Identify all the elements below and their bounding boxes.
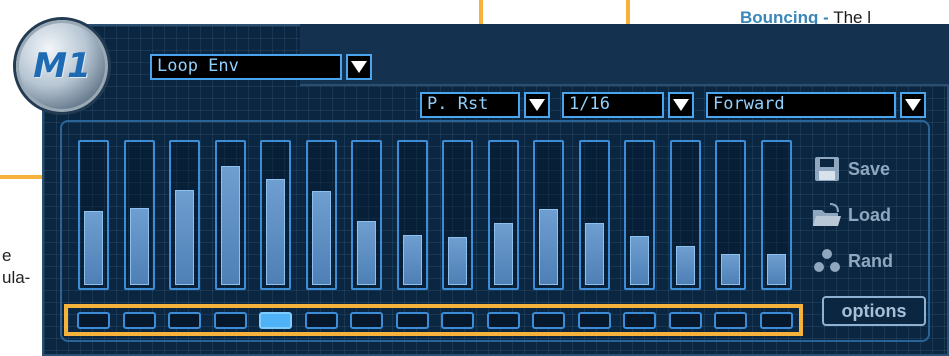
- step-slider-level: [220, 166, 240, 285]
- step-slider[interactable]: [123, 140, 155, 290]
- retrigger-dropdown-value: P. Rst: [420, 92, 520, 118]
- step-slider-level: [129, 208, 149, 285]
- panel-top-bar: [300, 24, 949, 86]
- step-slider[interactable]: [442, 140, 473, 290]
- chevron-down-icon[interactable]: [900, 92, 926, 118]
- m1-logo: M1: [16, 20, 108, 112]
- step-slider[interactable]: [533, 140, 564, 290]
- step-slider[interactable]: [578, 140, 610, 290]
- logo-text: M1: [33, 46, 91, 86]
- direction-dropdown[interactable]: Forward: [706, 92, 926, 118]
- direction-dropdown-value: Forward: [706, 92, 896, 118]
- left-text-1: e: [2, 246, 12, 265]
- step-slider[interactable]: [169, 140, 200, 290]
- step-slider-level: [493, 223, 513, 285]
- step-slider-level: [584, 223, 604, 285]
- folder-open-icon: [812, 201, 842, 229]
- step-slider[interactable]: [78, 140, 109, 290]
- step-slider-level: [402, 235, 422, 285]
- rate-dropdown[interactable]: 1/16: [562, 92, 694, 118]
- load-label: Load: [848, 204, 891, 225]
- step-slider[interactable]: [624, 140, 655, 290]
- source-dropdown[interactable]: Loop Env: [150, 54, 372, 80]
- step-slider[interactable]: [669, 140, 701, 290]
- step-slider[interactable]: [260, 140, 291, 290]
- save-button[interactable]: Save: [812, 154, 890, 184]
- step-slider-level: [357, 221, 376, 285]
- step-slider[interactable]: [305, 140, 337, 290]
- source-dropdown-value: Loop Env: [150, 54, 342, 80]
- save-label: Save: [848, 158, 891, 179]
- rand-label: Rand: [848, 250, 893, 271]
- step-slider-level: [675, 246, 695, 285]
- step-slider[interactable]: [214, 140, 246, 290]
- chevron-down-icon[interactable]: [668, 92, 694, 118]
- step-indicators-highlight: [64, 304, 803, 336]
- step-slider[interactable]: [487, 140, 519, 290]
- chevron-down-icon[interactable]: [346, 54, 372, 80]
- rand-button[interactable]: Rand: [812, 246, 893, 276]
- step-slider-level: [84, 211, 103, 285]
- step-slider-level: [539, 209, 558, 285]
- step-slider-level: [630, 236, 649, 285]
- floppy-disk-icon: [812, 155, 842, 183]
- randomize-icon: [812, 247, 842, 275]
- step-slider-level: [721, 254, 740, 285]
- step-slider-level: [266, 179, 285, 285]
- step-slider-level: [175, 190, 194, 285]
- step-slider-level: [311, 191, 331, 285]
- chevron-down-icon[interactable]: [524, 92, 550, 118]
- step-slider[interactable]: [396, 140, 428, 290]
- step-slider[interactable]: [351, 140, 382, 290]
- step-slider[interactable]: [715, 140, 746, 290]
- rate-dropdown-value: 1/16: [562, 92, 664, 118]
- options-button[interactable]: options: [822, 296, 926, 326]
- load-button[interactable]: Load: [812, 200, 891, 230]
- left-text-2: ula-: [2, 268, 31, 287]
- step-slider-level: [766, 254, 786, 285]
- retrigger-dropdown[interactable]: P. Rst: [420, 92, 550, 118]
- step-slider[interactable]: [760, 140, 792, 290]
- step-slider-level: [448, 237, 467, 285]
